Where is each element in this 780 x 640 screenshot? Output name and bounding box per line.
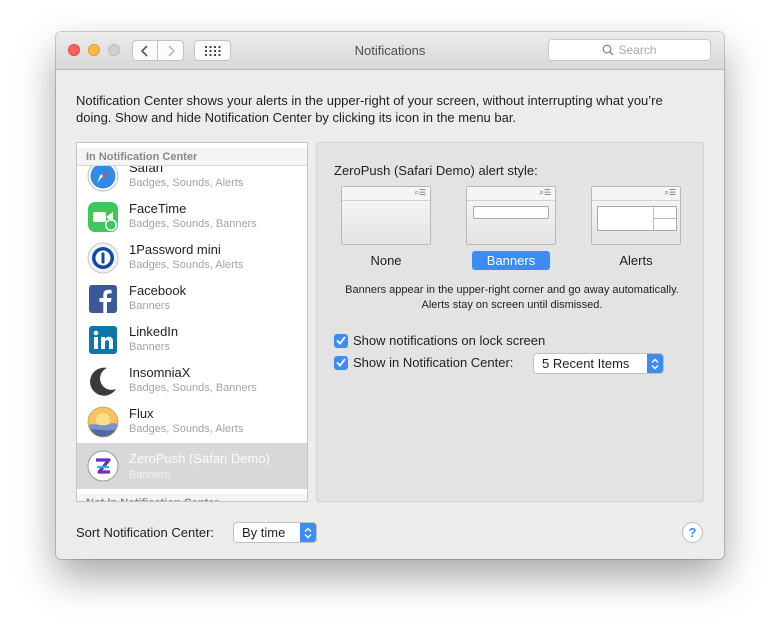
linkedin-icon [89, 326, 117, 354]
checkmark-icon [336, 358, 346, 367]
section-header-not-in-notification-center: Not In Notification Center [77, 494, 307, 501]
list-item-flux[interactable]: Flux Badges, Sounds, Alerts [77, 401, 307, 442]
lock-screen-checkbox[interactable] [334, 333, 348, 348]
style-none-thumbnail[interactable]: ⌕☰ [341, 186, 431, 245]
lock-screen-label[interactable]: Show notifications on lock screen [353, 333, 545, 348]
list-item-insomniax[interactable]: InsomniaX Badges, Sounds, Banners [77, 360, 307, 401]
alert-divider [654, 218, 676, 219]
search-list-icon: ⌕☰ [414, 188, 426, 197]
list-item-zeropush-selected[interactable]: ZeroPush (Safari Demo) Banners [77, 443, 307, 489]
help-button[interactable]: ? [682, 522, 703, 543]
style-banners-label[interactable]: Banners [472, 251, 550, 270]
list-item-1password-mini[interactable]: 1Password mini Badges, Sounds, Alerts [77, 237, 307, 278]
section-header-in-notification-center: In Notification Center [77, 148, 307, 166]
alert-preview [597, 206, 677, 231]
app-alert-style: Badges, Sounds, Banners [129, 382, 257, 394]
updown-arrows-icon [300, 523, 316, 542]
app-name: ZeroPush (Safari Demo) [129, 451, 270, 466]
insomniax-icon [90, 367, 116, 396]
style-banners-thumbnail[interactable]: ⌕☰ [466, 186, 556, 245]
app-name: 1Password mini [129, 242, 221, 257]
app-alert-style: Badges, Sounds, Banners [129, 218, 257, 230]
sort-value: By time [242, 525, 286, 540]
app-alert-style: Badges, Sounds, Alerts [129, 177, 244, 189]
thumbnail-menubar: ⌕☰ [592, 187, 680, 201]
title-bar: Notifications Search [56, 32, 724, 70]
app-alert-style: Badges, Sounds, Alerts [129, 259, 244, 271]
recent-items-value: 5 Recent Items [542, 356, 630, 371]
facebook-icon [89, 285, 117, 313]
style-none-label[interactable]: None [341, 251, 431, 270]
app-name: FaceTime [129, 201, 187, 216]
notification-center-row: Show in Notification Center: [334, 355, 513, 370]
facetime-icon [88, 202, 118, 232]
app-alert-style: Banners [129, 300, 170, 312]
list-item-facetime[interactable]: FaceTime Badges, Sounds, Banners [77, 196, 307, 237]
list-item-linkedin[interactable]: LinkedIn Banners [77, 319, 307, 360]
zeropush-icon [87, 450, 119, 482]
updown-arrows-icon [647, 354, 663, 373]
app-name: InsomniaX [129, 365, 191, 380]
notification-center-label[interactable]: Show in Notification Center: [353, 355, 513, 370]
thumbnail-screen [342, 201, 430, 244]
1password-icon [87, 242, 119, 274]
lock-screen-row: Show notifications on lock screen [334, 333, 545, 348]
app-alert-style: Badges, Sounds, Alerts [129, 423, 244, 435]
sort-select[interactable]: By time [233, 522, 317, 543]
sort-label: Sort Notification Center: [76, 525, 215, 540]
search-list-icon: ⌕☰ [664, 188, 676, 197]
alert-style-label: ZeroPush (Safari Demo) alert style: [334, 163, 538, 178]
flux-icon [87, 406, 119, 438]
alert-settings-panel: ZeroPush (Safari Demo) alert style: ⌕☰ ⌕… [316, 142, 704, 502]
search-list-icon: ⌕☰ [539, 188, 551, 197]
app-alert-style: Banners [129, 469, 170, 481]
preferences-window: Notifications Search Notification Center… [56, 32, 724, 559]
app-name: LinkedIn [129, 324, 179, 339]
app-name: Flux [129, 406, 154, 421]
checkmark-icon [336, 336, 346, 345]
thumbnail-menubar: ⌕☰ [342, 187, 430, 201]
app-name: Facebook [129, 283, 187, 298]
search-placeholder: Search [618, 43, 657, 57]
notification-center-checkbox[interactable] [334, 355, 348, 370]
thumbnail-menubar: ⌕☰ [467, 187, 555, 201]
intro-text: Notification Center shows your alerts in… [76, 93, 663, 125]
banner-preview [473, 206, 549, 219]
style-alerts-label[interactable]: Alerts [591, 251, 681, 270]
search-field[interactable]: Search [548, 39, 711, 61]
search-icon [603, 44, 614, 56]
list-item-facebook[interactable]: Facebook Banners [77, 278, 307, 319]
style-description: Banners appear in the upper-right corner… [345, 284, 679, 311]
recent-items-select[interactable]: 5 Recent Items [533, 353, 664, 374]
app-list[interactable]: Safari Badges, Sounds, Alerts In Notific… [76, 142, 308, 502]
style-alerts-thumbnail[interactable]: ⌕☰ [591, 186, 681, 245]
app-alert-style: Banners [129, 341, 170, 353]
